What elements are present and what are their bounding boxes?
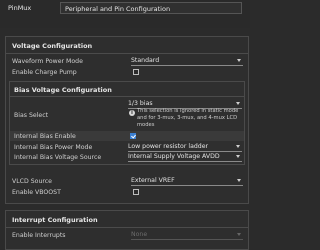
waveform-power-mode-label: Waveform Power Mode: [12, 58, 83, 65]
vlcd-source-label: VLCD Source: [12, 178, 52, 185]
enable-vboost-label: Enable VBOOST: [12, 189, 61, 196]
enable-interrupts-value: None: [131, 231, 148, 238]
chevron-down-icon: [237, 233, 241, 236]
internal-bias-voltage-source-label: Internal Bias Voltage Source: [14, 154, 102, 161]
internal-bias-power-mode-dropdown[interactable]: Low power resistor ladder: [128, 143, 242, 152]
bias-select-info-text: This selection is ignored in static mode…: [137, 108, 239, 129]
pinmux-field[interactable]: Peripheral and Pin Configuration: [60, 2, 242, 14]
top-bar: PinMux Peripheral and Pin Configuration: [0, 0, 250, 28]
chevron-down-icon: [237, 179, 241, 182]
internal-bias-power-mode-label: Internal Bias Power Mode: [14, 144, 93, 151]
enable-interrupts-label: Enable Interrupts: [12, 232, 66, 239]
bias-select-label: Bias Select: [14, 112, 49, 119]
voltage-configuration-panel: Voltage Configuration Waveform Power Mod…: [5, 36, 249, 204]
internal-bias-enable-checkbox[interactable]: [130, 133, 136, 139]
voltage-configuration-title: Voltage Configuration: [12, 42, 93, 50]
chevron-down-icon: [236, 102, 240, 105]
vlcd-source-value: External VREF: [131, 177, 175, 184]
info-icon: i: [129, 110, 135, 116]
waveform-power-mode-value: Standard: [131, 57, 160, 64]
bias-voltage-panel: Bias Voltage Configuration Bias Select 1…: [9, 81, 245, 165]
pinmux-field-text: Peripheral and Pin Configuration: [65, 5, 171, 13]
enable-charge-pump-label: Enable Charge Pump: [12, 69, 77, 76]
chevron-down-icon: [237, 59, 241, 62]
chevron-down-icon: [236, 155, 240, 158]
internal-bias-enable-label: Internal Bias Enable: [14, 133, 76, 140]
bias-voltage-title: Bias Voltage Configuration: [14, 86, 112, 94]
enable-vboost-checkbox[interactable]: [133, 189, 139, 195]
voltage-separator: [6, 53, 248, 54]
interrupt-separator: [6, 227, 248, 228]
enable-interrupts-dropdown[interactable]: None: [131, 231, 243, 240]
internal-bias-voltage-source-dropdown[interactable]: Internal Supply Voltage AVDD: [128, 153, 242, 162]
interrupt-configuration-title: Interrupt Configuration: [12, 216, 98, 224]
interrupt-configuration-panel: Interrupt Configuration Enable Interrupt…: [5, 210, 249, 250]
bias-select-value: 1/3 bias: [128, 100, 153, 107]
enable-charge-pump-checkbox[interactable]: [133, 69, 139, 75]
waveform-power-mode-dropdown[interactable]: Standard: [131, 57, 243, 66]
chevron-down-icon: [236, 145, 240, 148]
pinmux-tag: PinMux: [8, 4, 32, 12]
internal-bias-power-mode-value: Low power resistor ladder: [128, 143, 209, 150]
bias-separator: [10, 96, 244, 97]
vlcd-source-dropdown[interactable]: External VREF: [131, 177, 243, 186]
internal-bias-voltage-source-value: Internal Supply Voltage AVDD: [128, 153, 220, 160]
